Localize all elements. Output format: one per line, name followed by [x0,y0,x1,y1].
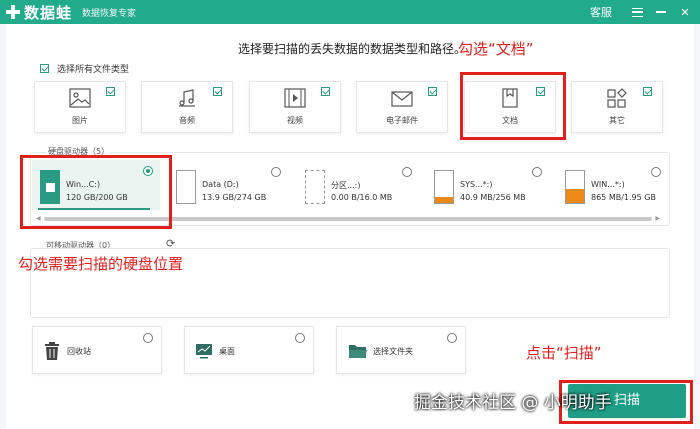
annotation-box-drive [20,155,172,229]
location-select-folder[interactable]: 选择文件夹 [336,326,466,374]
select-all-types[interactable]: 选择所有文件类型 [40,62,129,75]
drive-size: 865 MB/1.95 GB [591,193,656,202]
desktop-icon [196,344,212,359]
minimize-icon [656,11,666,13]
type-checkbox-email[interactable] [428,87,437,96]
watermark: 掘金技术社区 @ 小明助手 [414,393,612,413]
folder-icon [349,345,367,358]
app-name: 数据蛙 [24,3,73,22]
drive-icon [176,170,196,204]
type-checkbox-audio[interactable] [213,87,222,96]
location-recycle-bin[interactable]: 回收站 [32,326,162,374]
drive-size: 13.9 GB/274 GB [202,193,267,202]
location-radio-desktop[interactable] [295,333,305,343]
title-bar: 数据蛙 数据恢复专家 客服 ✕ [0,0,700,24]
music-icon [179,89,195,107]
type-label-audio: 音频 [179,116,195,125]
drive-icon [565,170,585,204]
type-card-image[interactable]: 图片 [34,81,126,133]
menu-icon [631,7,643,17]
location-label: 回收站 [67,347,91,356]
logo-cross-icon [6,5,20,19]
annotation-click-scan: 点击“扫描” [526,344,602,362]
close-icon: ✕ [680,5,690,19]
drive-size: 0.00 B/16.0 MB [331,193,393,202]
location-desktop[interactable]: 桌面 [184,326,314,374]
recycle-bin-icon [45,342,59,360]
location-label: 选择文件夹 [373,347,413,356]
customer-service-link[interactable]: 客服 [590,4,612,20]
location-radio-recycle-bin[interactable] [143,333,153,343]
image-icon [69,88,91,108]
drive-radio-sys[interactable] [532,167,542,177]
annotation-check-documents: 勾选“文档” [458,40,534,58]
minimize-button[interactable] [652,3,670,21]
instruction-text: 选择要扫描的丢失数据的数据类型和路径。 [238,42,467,56]
location-radio-select-folder[interactable] [447,333,457,343]
annotation-check-drive: 勾选需要扫描的硬盘位置 [18,255,184,273]
drive-icon [434,170,454,204]
drive-radio-d[interactable] [271,167,281,177]
select-all-checkbox[interactable] [40,64,49,73]
scroll-right-icon[interactable]: ▶ [655,216,660,222]
type-checkbox-video[interactable] [321,87,330,96]
other-icon [607,88,627,108]
drive-name: Data (D:) [202,180,239,189]
type-label-other: 其它 [609,116,625,125]
select-all-label: 选择所有文件类型 [57,65,130,75]
type-card-other[interactable]: 其它 [571,81,663,133]
type-label-image: 图片 [72,116,88,125]
drive-name: 分区...:) [331,181,361,190]
drive-win[interactable]: WIN...*:) 865 MB/1.95 GB [565,162,665,212]
location-label: 桌面 [219,347,235,356]
drive-icon [305,170,325,204]
annotation-box-document [460,72,566,140]
drive-radio-win[interactable] [651,167,661,177]
type-card-email[interactable]: 电子邮件 [356,81,448,133]
drive-name: SYS...*:) [460,180,493,189]
drive-name: WIN...*:) [591,180,625,189]
close-button[interactable]: ✕ [676,3,694,21]
type-card-video[interactable]: 视频 [249,81,341,133]
mail-icon [391,91,413,107]
type-checkbox-other[interactable] [643,87,652,96]
type-label-video: 视频 [287,116,303,125]
type-checkbox-image[interactable] [106,87,115,96]
drive-size: 40.9 MB/256 MB [460,193,526,202]
app-subtitle: 数据恢复专家 [82,8,137,19]
app-logo: 数据蛙 [6,2,72,23]
drive-radio-partition[interactable] [402,167,412,177]
video-icon [284,88,306,108]
type-label-email: 电子邮件 [386,116,418,125]
type-card-audio[interactable]: 音频 [141,81,233,133]
menu-button[interactable] [628,3,646,21]
